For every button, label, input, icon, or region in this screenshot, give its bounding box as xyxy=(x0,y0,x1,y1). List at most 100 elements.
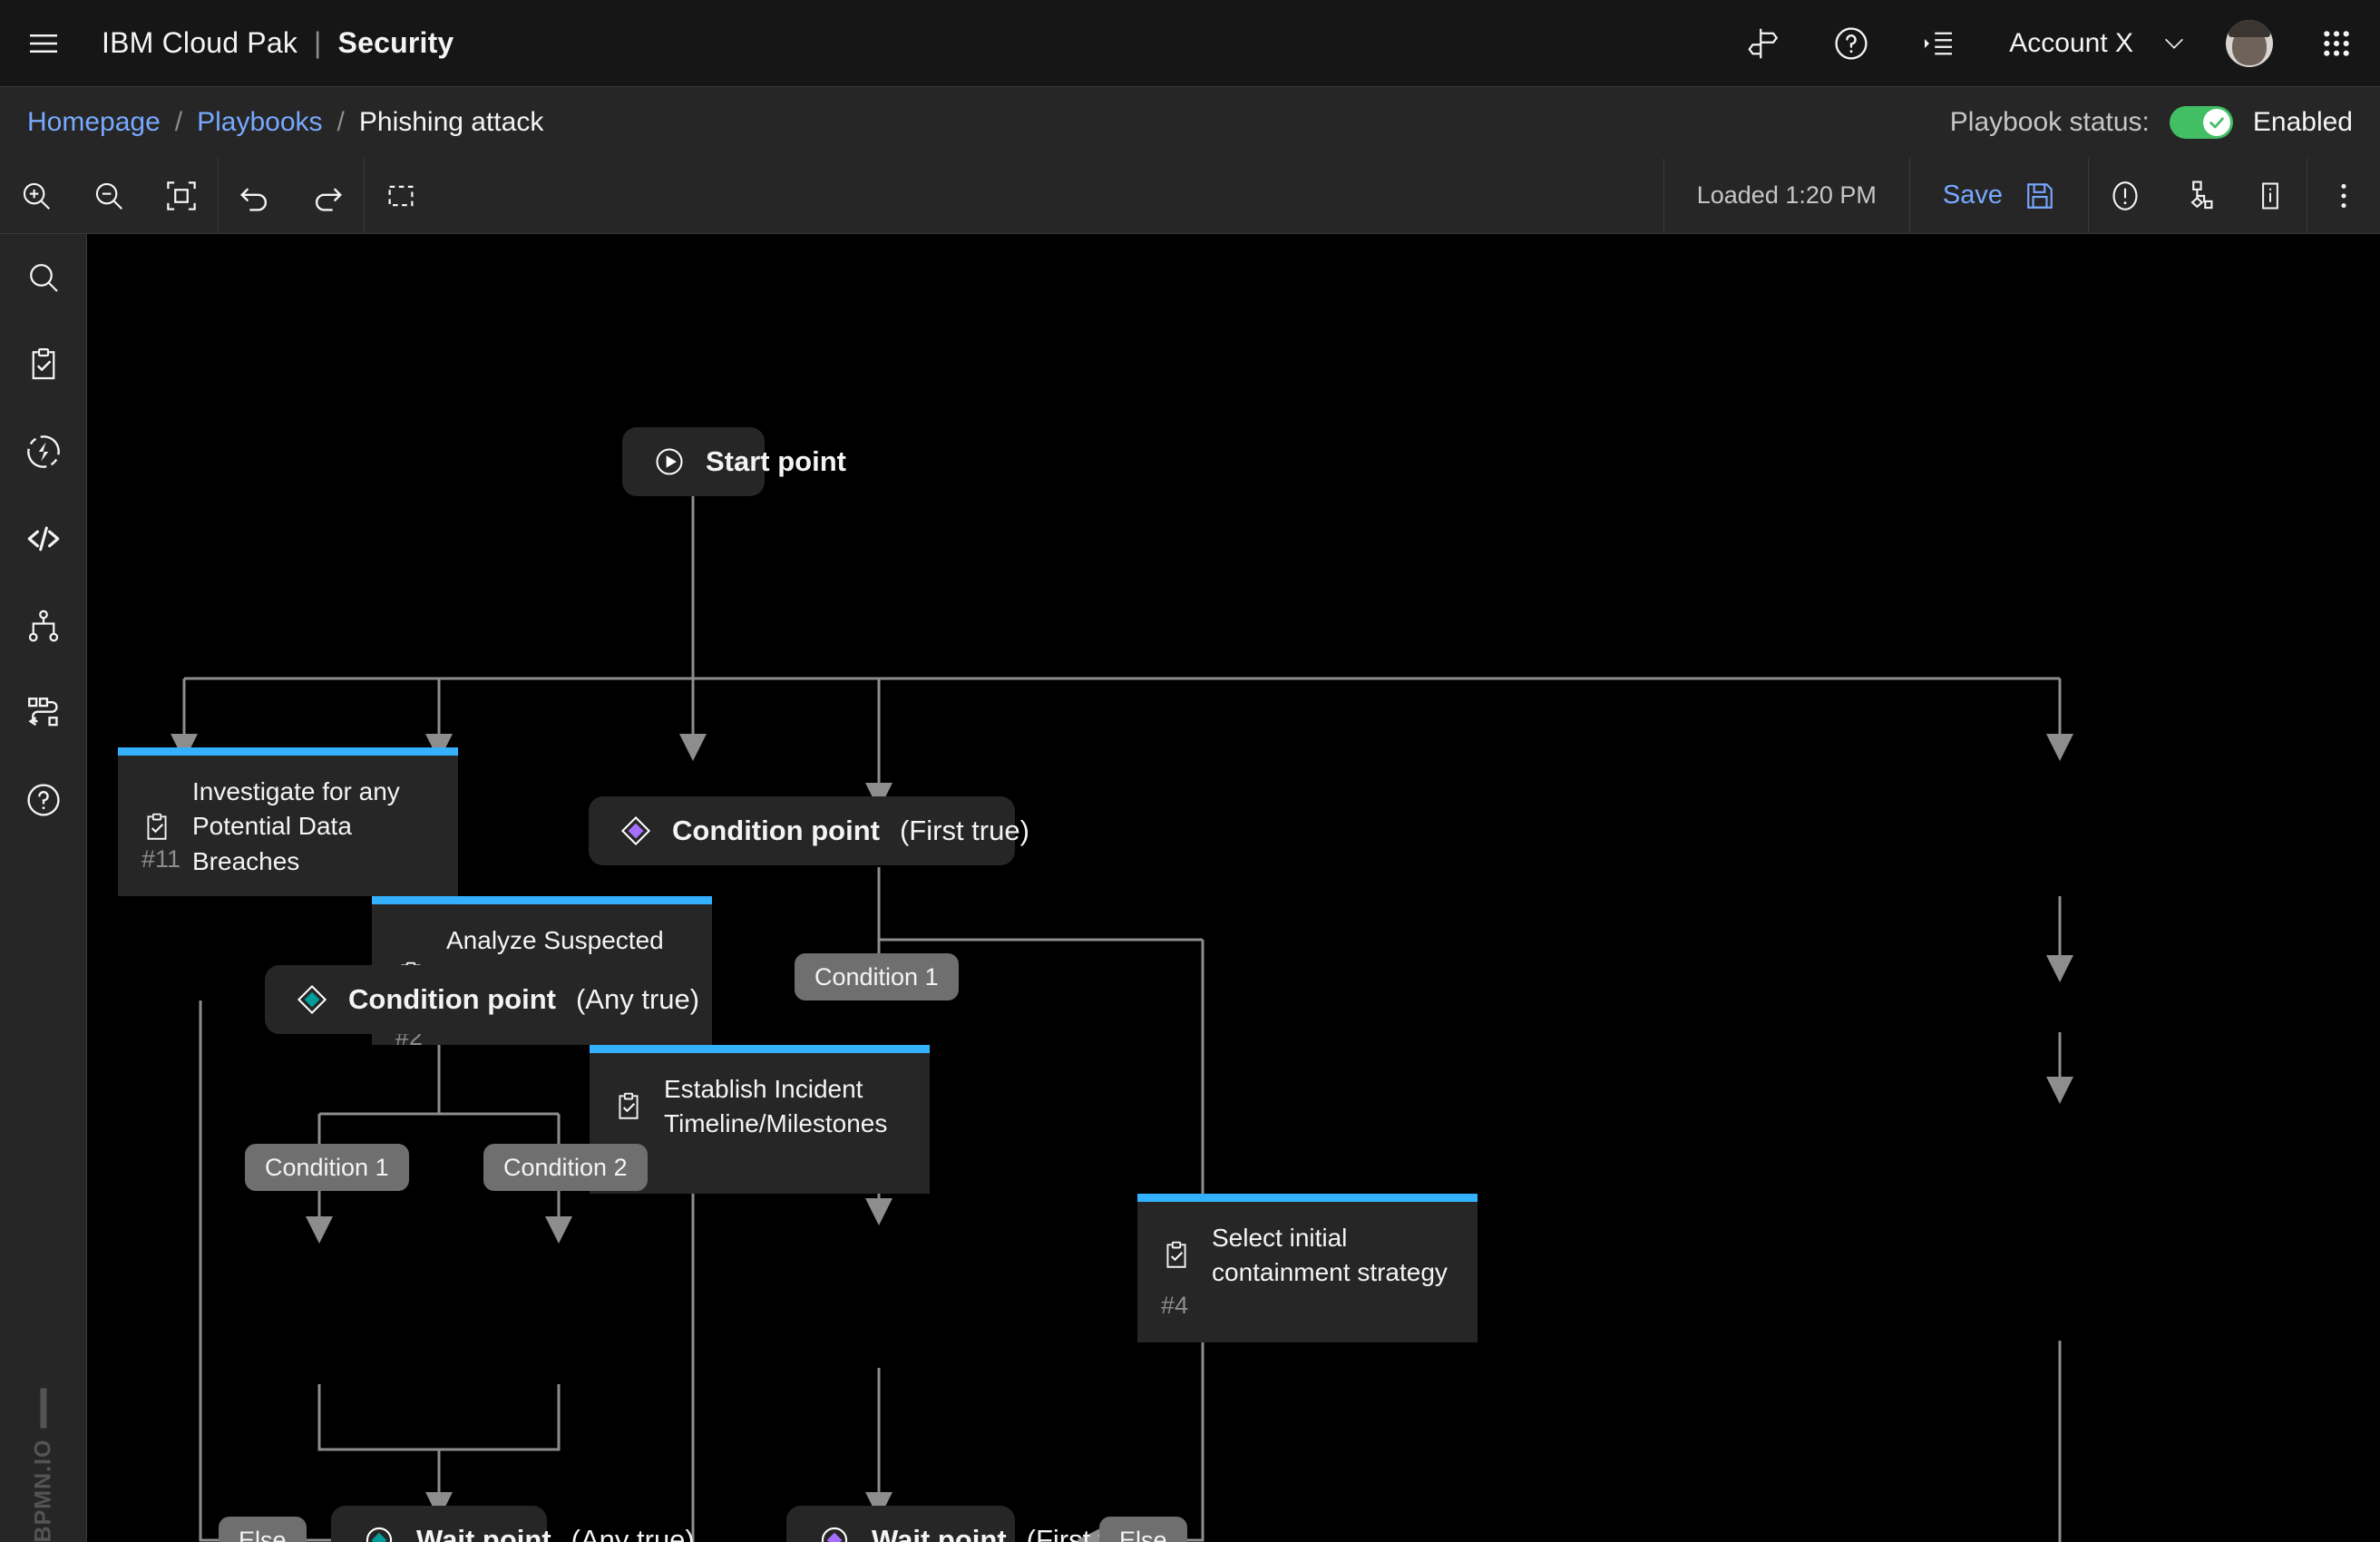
node-wait-any-true[interactable]: Wait point (Any true) xyxy=(331,1506,547,1542)
node-wait-first-true-label: Wait point xyxy=(872,1524,1007,1542)
checkmark-icon xyxy=(2207,112,2227,132)
edge-label-text: Condition 2 xyxy=(503,1154,628,1182)
app-name: Security xyxy=(338,26,454,60)
user-avatar-image xyxy=(2226,20,2273,67)
app-switcher-icon[interactable] xyxy=(2293,0,2380,86)
left-rail: BPMN.IO xyxy=(0,234,87,1542)
select-tool-group xyxy=(365,158,437,234)
loaded-timestamp: Loaded 1:20 PM xyxy=(1664,181,1909,210)
breadcrumb-separator: / xyxy=(337,107,345,138)
history-tool-group xyxy=(219,158,364,234)
avatar-cap xyxy=(2229,20,2270,37)
zoom-tool-group xyxy=(0,158,218,234)
help-icon[interactable] xyxy=(1808,0,1895,86)
breadcrumb-bar: Homepage / Playbooks / Phishing attack P… xyxy=(0,87,2380,158)
save-button-label: Save xyxy=(1943,181,2003,210)
save-button[interactable]: Save xyxy=(1910,158,2088,234)
node-condition-any-true-mode: (Any true) xyxy=(576,983,699,1016)
account-label: Account X xyxy=(2009,28,2133,59)
node-condition-any-true[interactable]: Condition point (Any true) xyxy=(265,965,684,1034)
diamond-circle-icon xyxy=(817,1523,852,1542)
toggle-knob xyxy=(2203,109,2230,136)
edge-label-condition-2-left[interactable]: Condition 2 xyxy=(483,1144,648,1191)
app-title[interactable]: IBM Cloud Pak | Security xyxy=(102,26,454,60)
hamburger-menu-icon[interactable] xyxy=(0,0,87,86)
diamond-icon xyxy=(619,815,652,847)
playbook-status: Playbook status: Enabled xyxy=(1950,106,2353,139)
node-task-4-title: Select initial containment strategy xyxy=(1212,1221,1454,1291)
status-badge: Enabled xyxy=(2253,107,2353,138)
node-task-11[interactable]: Investigate for any Potential Data Breac… xyxy=(118,747,458,896)
sidebar-item-workflows[interactable] xyxy=(0,669,86,756)
node-condition-first-true[interactable]: Condition point (First true) xyxy=(589,796,1015,865)
sidebar-item-help[interactable] xyxy=(0,756,86,844)
breadcrumb: Homepage / Playbooks / Phishing attack xyxy=(27,107,543,138)
sidebar-item-functions[interactable] xyxy=(0,582,86,669)
node-condition-first-true-mode: (First true) xyxy=(900,815,1029,847)
signpost-icon[interactable] xyxy=(1721,0,1808,86)
title-separator: | xyxy=(314,26,322,60)
select-area-icon[interactable] xyxy=(365,158,437,233)
breadcrumb-separator: / xyxy=(175,107,182,138)
clipboard-check-icon xyxy=(1161,1221,1192,1291)
node-task-4[interactable]: Select initial containment strategy #4 xyxy=(1137,1194,1478,1342)
redo-icon[interactable] xyxy=(291,158,364,233)
information-panel-icon[interactable] xyxy=(2234,158,2307,233)
search-icon xyxy=(25,259,62,296)
breadcrumb-item-playbooks[interactable]: Playbooks xyxy=(197,107,322,138)
node-accent-bar xyxy=(1137,1194,1478,1202)
diamond-icon xyxy=(296,983,328,1016)
account-selector[interactable]: Account X xyxy=(1982,0,2142,86)
zoom-in-icon[interactable] xyxy=(0,158,73,233)
edge-label-else-right[interactable]: Else xyxy=(1099,1517,1187,1542)
node-accent-bar xyxy=(118,747,458,756)
node-wait-first-true[interactable]: Wait point (First true) xyxy=(786,1506,1015,1542)
node-task-11-number: #11 xyxy=(141,845,180,873)
code-icon xyxy=(24,520,63,558)
node-condition-any-true-label: Condition point xyxy=(348,983,556,1016)
bpmn-watermark-label: BPMN.IO xyxy=(30,1440,56,1542)
node-accent-bar xyxy=(372,896,712,904)
side-panel-icon[interactable] xyxy=(1895,0,1982,86)
decision-tree-icon[interactable] xyxy=(2161,158,2234,233)
clipboard-check-icon xyxy=(613,1072,644,1142)
edge-label-text: Else xyxy=(1119,1527,1167,1542)
node-wait-any-true-mode: (Any true) xyxy=(571,1524,695,1542)
help-circle-icon xyxy=(24,781,63,819)
fit-to-screen-icon[interactable] xyxy=(145,158,218,233)
warning-circle-icon[interactable] xyxy=(2089,158,2161,233)
playbook-canvas[interactable]: Start point Investigate for any Potentia… xyxy=(87,234,2380,1542)
breadcrumb-item-current: Phishing attack xyxy=(359,107,543,138)
node-accent-bar xyxy=(590,1045,930,1053)
diamond-circle-icon xyxy=(362,1523,396,1542)
sidebar-item-search[interactable] xyxy=(0,234,86,321)
product-name: IBM Cloud Pak xyxy=(102,26,298,60)
flow-icon xyxy=(24,694,63,732)
chevron-down-icon[interactable] xyxy=(2142,0,2206,86)
threat-icon xyxy=(24,433,63,471)
edge-label-condition-1-right[interactable]: Condition 1 xyxy=(795,953,959,1000)
overflow-menu-icon[interactable] xyxy=(2307,158,2380,233)
undo-icon[interactable] xyxy=(219,158,291,233)
node-start-point[interactable]: Start point xyxy=(622,427,765,496)
node-task-11-title: Investigate for any Potential Data Breac… xyxy=(192,775,434,879)
node-wait-any-true-label: Wait point xyxy=(416,1524,551,1542)
sidebar-item-tasks[interactable] xyxy=(0,321,86,408)
decision-tree-icon xyxy=(25,608,62,644)
inspect-tool-group xyxy=(2089,158,2307,234)
node-start-point-label: Start point xyxy=(706,445,846,478)
avatar[interactable] xyxy=(2206,0,2293,86)
top-header: IBM Cloud Pak | Security Account X xyxy=(0,0,2380,87)
playbook-status-toggle[interactable] xyxy=(2170,106,2233,139)
sidebar-item-scripts[interactable] xyxy=(0,495,86,582)
save-disk-icon xyxy=(2024,181,2055,211)
breadcrumb-item-homepage[interactable]: Homepage xyxy=(27,107,161,138)
node-task-3-title: Establish Incident Timeline/Milestones xyxy=(664,1072,906,1142)
edge-label-else-left[interactable]: Else xyxy=(219,1517,307,1542)
playbook-status-label: Playbook status: xyxy=(1950,107,2150,138)
sidebar-item-threat[interactable] xyxy=(0,408,86,495)
node-task-4-number: #4 xyxy=(1161,1292,1188,1320)
edge-label-text: Condition 1 xyxy=(814,963,939,991)
edge-label-condition-1-left[interactable]: Condition 1 xyxy=(245,1144,409,1191)
zoom-out-icon[interactable] xyxy=(73,158,145,233)
